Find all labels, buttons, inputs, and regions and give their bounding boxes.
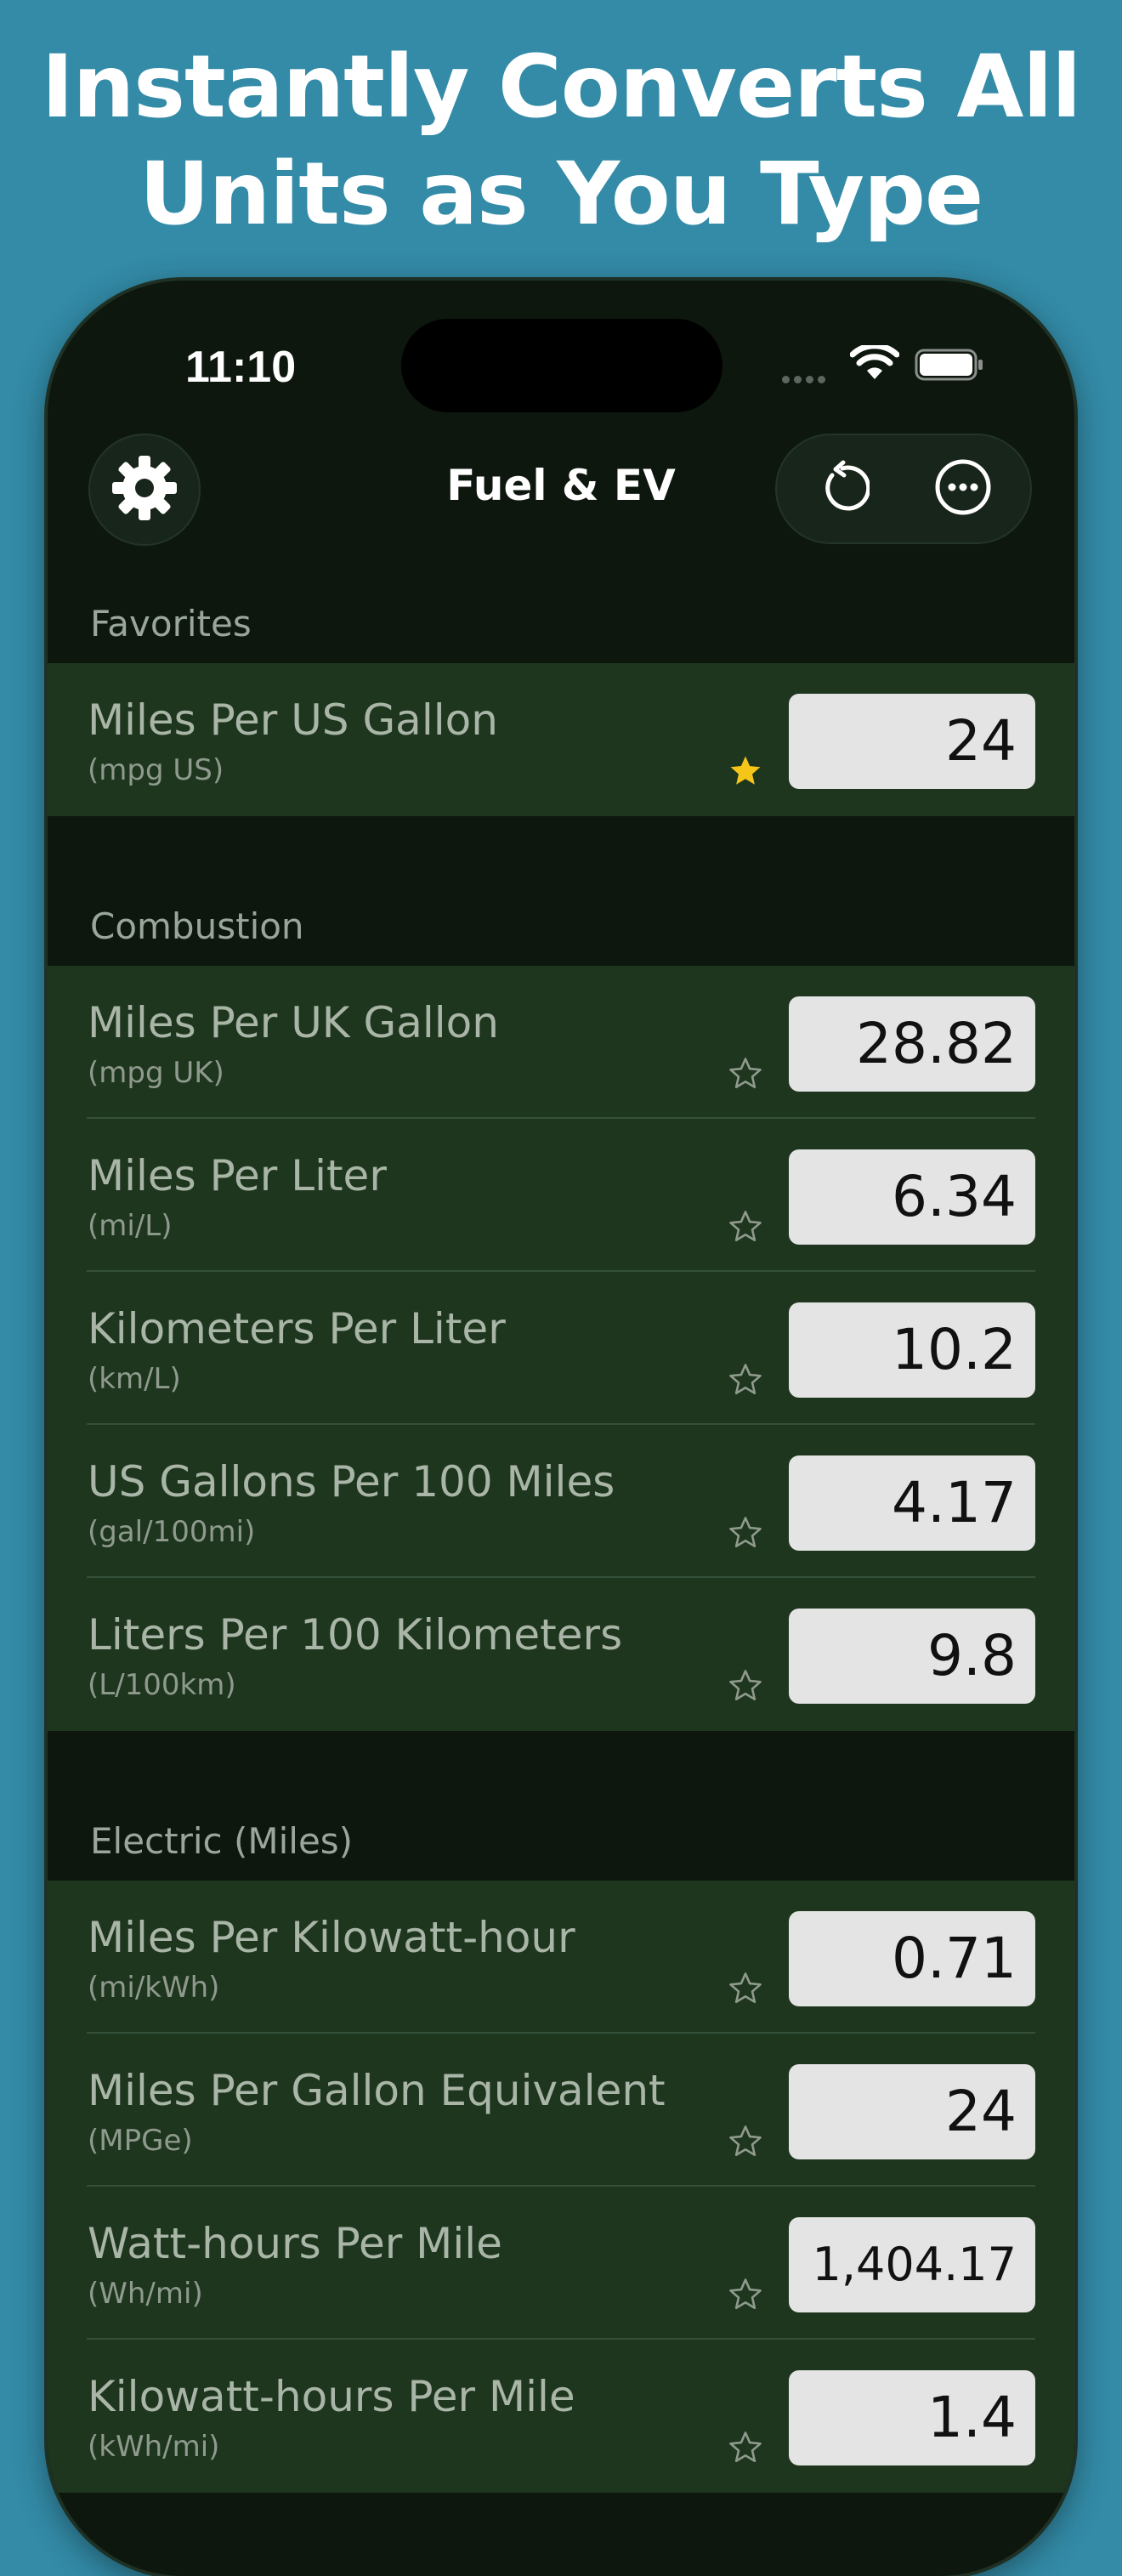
unit-name: US Gallons Per 100 Miles xyxy=(88,1457,615,1506)
status-bar: 11:10 xyxy=(48,281,1074,412)
promo-headline: Instantly Converts All Units as You Type xyxy=(0,34,1122,248)
unit-name: Kilometers Per Liter xyxy=(88,1304,506,1353)
unit-name: Kilowatt-hours Per Mile xyxy=(88,2372,575,2421)
unit-abbreviation: (mpg UK) xyxy=(88,1056,224,1090)
gear-icon xyxy=(109,452,180,527)
star-outline-icon[interactable] xyxy=(726,1054,765,1093)
section-label: Combustion xyxy=(90,905,304,947)
section-label: Favorites xyxy=(90,603,252,644)
unit-abbreviation: (L/100km) xyxy=(88,1668,236,1702)
dynamic-island xyxy=(401,319,722,412)
unit-value-input[interactable]: 6.34 xyxy=(789,1149,1035,1245)
nav-actions-pill xyxy=(775,434,1032,544)
unit-row-wh-per-mi: Watt-hours Per Mile (Wh/mi) 1,404.17 xyxy=(48,2187,1074,2340)
star-outline-icon[interactable] xyxy=(726,2275,765,2314)
section-header-combustion: Combustion xyxy=(48,816,1074,966)
unit-abbreviation: (mi/L) xyxy=(88,1209,173,1243)
unit-value-input[interactable]: 1,404.17 xyxy=(789,2217,1035,2312)
more-options-button[interactable] xyxy=(908,435,1018,542)
unit-name: Miles Per Kilowatt-hour xyxy=(88,1913,575,1962)
section-label: Electric (Miles) xyxy=(90,1820,354,1862)
section-header-electric-miles: Electric (Miles) xyxy=(48,1731,1074,1881)
unit-abbreviation: (mi/kWh) xyxy=(88,1971,220,2005)
star-outline-icon[interactable] xyxy=(726,1360,765,1399)
unit-row-mi-per-liter: Miles Per Liter (mi/L) 6.34 xyxy=(48,1119,1074,1272)
unit-name: Miles Per Gallon Equivalent xyxy=(88,2066,666,2115)
unit-row-gal-per-100mi: US Gallons Per 100 Miles (gal/100mi) 4.1… xyxy=(48,1425,1074,1578)
unit-row-mpge: Miles Per Gallon Equivalent (MPGe) 24 xyxy=(48,2034,1074,2187)
favorites-group: Miles Per US Gallon (mpg US) 24 xyxy=(48,663,1074,816)
reset-button[interactable] xyxy=(787,435,898,542)
star-outline-icon[interactable] xyxy=(726,1513,765,1552)
unit-abbreviation: (kWh/mi) xyxy=(88,2430,220,2464)
cellular-signal-icon xyxy=(782,371,830,387)
ellipsis-circle-icon xyxy=(933,457,993,520)
unit-name: Watt-hours Per Mile xyxy=(88,2219,502,2268)
promo-headline-line2: Units as You Type xyxy=(139,144,983,245)
unit-value-input[interactable]: 10.2 xyxy=(789,1302,1035,1398)
star-outline-icon[interactable] xyxy=(726,1969,765,2008)
star-outline-icon[interactable] xyxy=(726,1207,765,1246)
unit-value-input[interactable]: 1.4 xyxy=(789,2370,1035,2465)
star-outline-icon[interactable] xyxy=(726,2428,765,2467)
unit-value-input[interactable]: 4.17 xyxy=(789,1455,1035,1551)
unit-name: Liters Per 100 Kilometers xyxy=(88,1610,623,1660)
unit-row-kwh-per-mi: Kilowatt-hours Per Mile (kWh/mi) 1.4 xyxy=(48,2340,1074,2493)
status-time: 11:10 xyxy=(185,343,297,392)
unit-name: Miles Per Liter xyxy=(88,1151,387,1200)
rotate-ccw-icon xyxy=(815,460,871,518)
unit-value-input[interactable]: 24 xyxy=(789,2064,1035,2159)
unit-name: Miles Per UK Gallon xyxy=(88,998,499,1047)
unit-row-mi-per-kwh: Miles Per Kilowatt-hour (mi/kWh) 0.71 xyxy=(48,1881,1074,2034)
unit-abbreviation: (MPGe) xyxy=(88,2124,193,2158)
unit-abbreviation: (mpg US) xyxy=(88,753,224,787)
unit-value-input[interactable]: 28.82 xyxy=(789,996,1035,1092)
unit-row-mpg-uk: Miles Per UK Gallon (mpg UK) 28.82 xyxy=(48,966,1074,1119)
navigation-bar: Fuel & EV xyxy=(48,425,1074,546)
star-filled-icon[interactable] xyxy=(726,752,765,791)
combustion-group: Miles Per UK Gallon (mpg UK) 28.82 Miles… xyxy=(48,966,1074,1731)
page-title: Fuel & EV xyxy=(446,461,676,510)
electric-miles-group: Miles Per Kilowatt-hour (mi/kWh) 0.71 Mi… xyxy=(48,1881,1074,2493)
unit-row-mpg-us: Miles Per US Gallon (mpg US) 24 xyxy=(48,663,1074,816)
unit-value-input[interactable]: 0.71 xyxy=(789,1911,1035,2006)
phone-screen: 11:10 Fuel & EV Favorites Miles Per US G… xyxy=(48,281,1074,2576)
promo-headline-line1: Instantly Converts All xyxy=(41,37,1082,138)
unit-abbreviation: (gal/100mi) xyxy=(88,1515,256,1549)
unit-abbreviation: (Wh/mi) xyxy=(88,2277,203,2311)
star-outline-icon[interactable] xyxy=(726,1666,765,1705)
battery-icon xyxy=(915,349,984,384)
star-outline-icon[interactable] xyxy=(726,2122,765,2161)
unit-value-input[interactable]: 9.8 xyxy=(789,1609,1035,1704)
unit-row-l-per-100km: Liters Per 100 Kilometers (L/100km) 9.8 xyxy=(48,1578,1074,1731)
settings-button[interactable] xyxy=(88,434,201,546)
unit-abbreviation: (km/L) xyxy=(88,1362,181,1396)
unit-value-input[interactable]: 24 xyxy=(789,694,1035,789)
section-header-favorites: Favorites xyxy=(48,570,1074,663)
unit-row-km-per-liter: Kilometers Per Liter (km/L) 10.2 xyxy=(48,1272,1074,1425)
unit-name: Miles Per US Gallon xyxy=(88,695,498,745)
wifi-icon xyxy=(849,343,900,384)
